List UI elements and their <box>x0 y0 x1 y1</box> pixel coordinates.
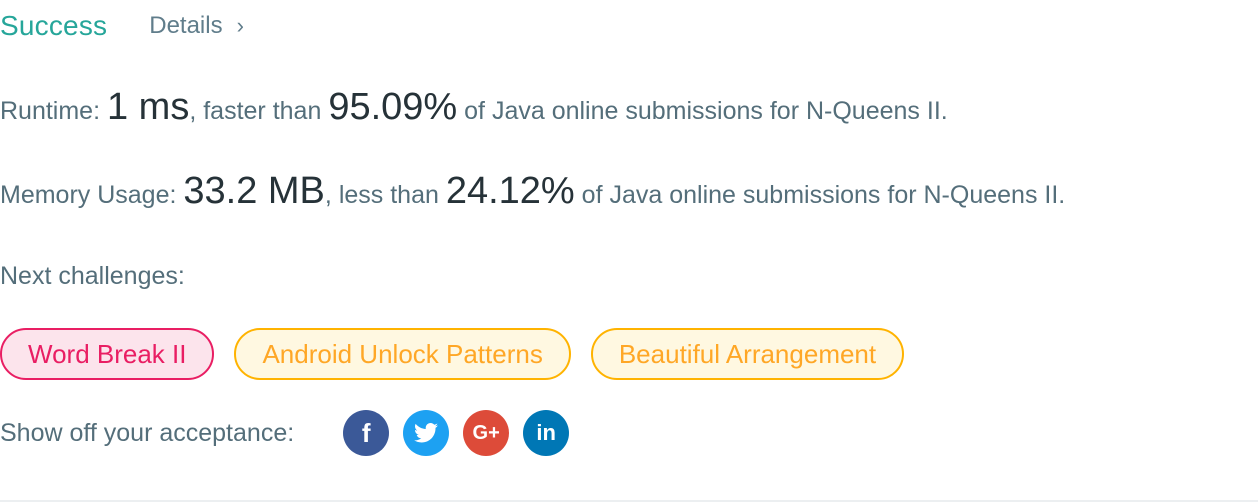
social-share-buttons: f G+ in <box>343 410 570 456</box>
challenge-word-break-ii[interactable]: Word Break II <box>0 328 215 380</box>
memory-value: 33.2 MB <box>183 170 325 212</box>
facebook-glyph: f <box>361 417 371 448</box>
memory-line: Memory Usage: 33.2 MB, less than 24.12% … <box>0 170 1065 213</box>
details-link[interactable]: Details › <box>149 12 244 40</box>
google-plus-icon[interactable]: G+ <box>463 410 510 456</box>
facebook-icon[interactable]: f <box>343 410 390 456</box>
linkedin-glyph: in <box>536 420 556 445</box>
result-header: Success Details › <box>0 8 244 44</box>
memory-suffix: of Java online submissions for N-Queens … <box>574 181 1066 209</box>
runtime-percentile: 95.09% <box>328 86 458 128</box>
runtime-line: Runtime: 1 ms, faster than 95.09% of Jav… <box>0 86 948 129</box>
memory-comparison: , less than <box>324 181 446 209</box>
twitter-bird-glyph <box>414 423 439 443</box>
chevron-right-icon: › <box>236 13 244 38</box>
memory-label: Memory Usage: <box>0 181 184 209</box>
details-label: Details <box>149 12 223 39</box>
next-challenges-label: Next challenges: <box>0 262 185 290</box>
challenge-beautiful-arrangement[interactable]: Beautiful Arrangement <box>590 328 905 380</box>
next-challenges-list: Word Break II Android Unlock Patterns Be… <box>0 328 905 380</box>
submission-status: Success <box>0 10 108 41</box>
linkedin-icon[interactable]: in <box>523 410 570 456</box>
memory-percentile: 24.12% <box>445 170 575 212</box>
runtime-comparison: , faster than <box>189 97 329 125</box>
runtime-value: 1 ms <box>106 86 190 128</box>
share-label: Show off your acceptance: <box>0 418 295 447</box>
challenge-android-unlock-patterns[interactable]: Android Unlock Patterns <box>234 328 571 380</box>
twitter-icon[interactable] <box>403 410 450 456</box>
share-row: Show off your acceptance: f G+ in <box>0 410 570 456</box>
runtime-suffix: of Java online submissions for N-Queens … <box>457 97 948 125</box>
runtime-label: Runtime: <box>0 97 107 125</box>
google-plus-glyph: G+ <box>472 421 500 444</box>
